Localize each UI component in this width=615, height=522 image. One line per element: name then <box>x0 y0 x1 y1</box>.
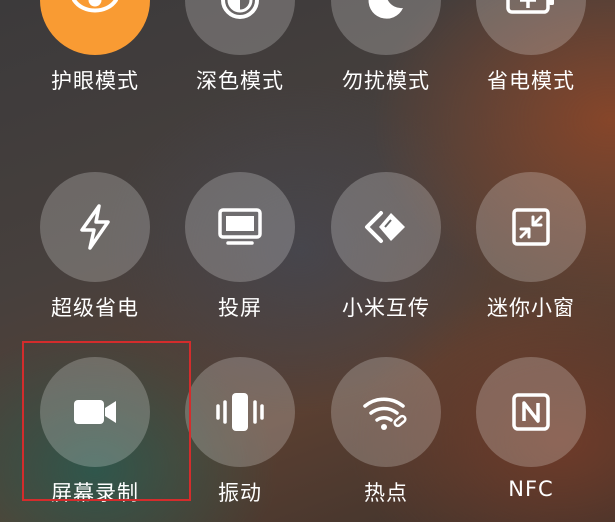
tile-nfc[interactable]: NFC <box>466 357 596 522</box>
nfc-toggle[interactable] <box>476 357 586 467</box>
tile-label: 超级省电 <box>51 296 139 320</box>
video-camera-icon <box>72 397 118 427</box>
tile-label: 勿扰模式 <box>342 69 430 93</box>
tile-mini-window[interactable]: 迷你小窗 <box>466 172 596 342</box>
eye-icon <box>71 0 119 17</box>
hotspot-icon <box>361 392 411 432</box>
tile-label: 迷你小窗 <box>487 296 575 320</box>
monitor-icon <box>217 207 263 247</box>
ultra-battery-saver-toggle[interactable] <box>40 172 150 282</box>
tile-label: 振动 <box>218 481 262 505</box>
tile-do-not-disturb[interactable]: 勿扰模式 <box>321 0 451 115</box>
screen-cast-toggle[interactable] <box>185 172 295 282</box>
tile-label: 深色模式 <box>196 69 284 93</box>
mi-share-toggle[interactable] <box>331 172 441 282</box>
mi-share-icon <box>361 207 411 247</box>
eye-comfort-toggle[interactable] <box>40 0 150 55</box>
vibrate-icon <box>215 390 265 434</box>
tile-label: 护眼模式 <box>51 69 139 93</box>
do-not-disturb-toggle[interactable] <box>331 0 441 55</box>
vibrate-toggle[interactable] <box>185 357 295 467</box>
tile-label: 省电模式 <box>487 69 575 93</box>
tile-mi-share[interactable]: 小米互传 <box>321 172 451 342</box>
tile-label: NFC <box>508 477 554 501</box>
tile-ultra-battery-saver[interactable]: 超级省电 <box>30 172 160 342</box>
tile-eye-comfort[interactable]: 护眼模式 <box>30 0 160 115</box>
mini-window-toggle[interactable] <box>476 172 586 282</box>
lightning-icon <box>77 203 113 251</box>
tile-label: 屏幕录制 <box>51 481 139 505</box>
tile-screen-recorder[interactable]: 屏幕录制 <box>30 357 160 522</box>
tile-label: 小米互传 <box>342 296 430 320</box>
tile-vibrate[interactable]: 振动 <box>175 357 305 522</box>
tile-hotspot[interactable]: 热点 <box>321 357 451 522</box>
tile-label: 热点 <box>364 481 408 505</box>
dark-mode-icon <box>218 0 262 22</box>
nfc-icon <box>511 392 551 432</box>
moon-icon <box>364 0 408 22</box>
screen-recorder-toggle[interactable] <box>40 357 150 467</box>
battery-saver-icon <box>505 0 557 16</box>
battery-saver-toggle[interactable] <box>476 0 586 55</box>
tile-dark-mode[interactable]: 深色模式 <box>175 0 305 115</box>
mini-window-icon <box>510 206 552 248</box>
hotspot-toggle[interactable] <box>331 357 441 467</box>
tile-battery-saver[interactable]: 省电模式 <box>466 0 596 115</box>
dark-mode-toggle[interactable] <box>185 0 295 55</box>
tile-screen-cast[interactable]: 投屏 <box>175 172 305 342</box>
tile-label: 投屏 <box>218 296 262 320</box>
